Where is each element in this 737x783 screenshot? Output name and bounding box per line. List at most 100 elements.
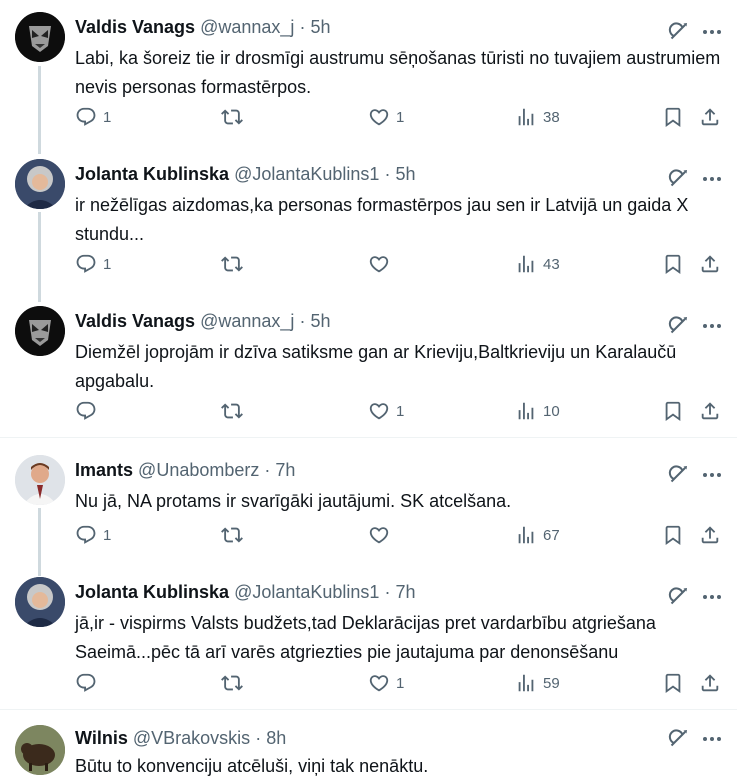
avatar[interactable]	[15, 306, 65, 356]
reply-icon	[75, 253, 97, 275]
reply-button[interactable]: 1	[75, 252, 111, 276]
tweet-text: ir nežēlīgas aizdomas,ka personas formas…	[75, 195, 689, 244]
reply-button[interactable]	[75, 399, 103, 423]
like-button[interactable]: 1	[368, 671, 404, 695]
tweet[interactable]: Imants @Unabomberz · 7h Nu jā, NA protam…	[0, 453, 737, 569]
tweet-text: jā,ir - vispirms Valsts budžets,tad Dekl…	[75, 613, 656, 662]
heart-icon	[368, 106, 390, 128]
views-button[interactable]: 59	[515, 671, 560, 695]
timestamp[interactable]: 5h	[395, 164, 415, 184]
avatar[interactable]	[15, 577, 65, 627]
tweet-text: Labi, ka šoreiz tie ir drosmīgi austrumu…	[75, 48, 721, 97]
bookmark-button[interactable]	[662, 105, 684, 129]
views-icon	[515, 672, 537, 694]
bookmark-icon	[662, 106, 684, 128]
bookmark-icon	[662, 524, 684, 546]
share-button[interactable]	[699, 252, 721, 276]
tweet[interactable]: Wilnis @VBrakovskis · 8h Būtu to konvenc…	[0, 725, 737, 783]
avatar[interactable]	[15, 455, 65, 505]
like-button[interactable]: 1	[368, 105, 404, 129]
tweet[interactable]: Valdis Vanags @wannax_j · 5h Labi, ka šo…	[0, 10, 737, 150]
views-button[interactable]: 67	[515, 523, 560, 547]
more-icon[interactable]	[700, 167, 724, 191]
bookmark-button[interactable]	[662, 252, 684, 276]
view-count: 10	[543, 402, 560, 420]
reply-icon	[75, 524, 97, 546]
retweet-icon	[221, 400, 243, 422]
grok-icon[interactable]	[666, 727, 690, 751]
more-icon[interactable]	[700, 463, 724, 487]
views-button[interactable]: 43	[515, 252, 560, 276]
views-button[interactable]: 38	[515, 105, 560, 129]
more-icon[interactable]	[700, 585, 724, 609]
tweet-text: Nu jā, NA protams ir svarīgāki jautājumi…	[75, 491, 512, 511]
user-handle[interactable]: @Unabomberz	[138, 460, 259, 480]
grok-icon[interactable]	[666, 20, 690, 44]
tweet-header: Jolanta Kublinska @JolantaKublins1 · 5h	[75, 161, 416, 187]
views-icon	[515, 106, 537, 128]
reply-button[interactable]: 1	[75, 523, 111, 547]
tweet[interactable]: Valdis Vanags @wannax_j · 5h Diemžēl jop…	[0, 304, 737, 436]
tweet-header: Imants @Unabomberz · 7h	[75, 457, 295, 483]
user-handle[interactable]: @JolantaKublins1	[234, 582, 379, 602]
display-name[interactable]: Imants	[75, 460, 133, 480]
action-bar: 1 67	[75, 523, 725, 547]
views-button[interactable]: 10	[515, 399, 560, 423]
bookmark-icon	[662, 400, 684, 422]
display-name[interactable]: Wilnis	[75, 728, 128, 748]
bookmark-button[interactable]	[662, 671, 684, 695]
user-handle[interactable]: @wannax_j	[200, 311, 294, 331]
display-name[interactable]: Jolanta Kublinska	[75, 582, 229, 602]
more-icon[interactable]	[700, 20, 724, 44]
retweet-button[interactable]	[221, 105, 249, 129]
display-name[interactable]: Valdis Vanags	[75, 311, 195, 331]
reply-button[interactable]: 1	[75, 105, 111, 129]
retweet-icon	[221, 253, 243, 275]
tweet-text: Būtu to konvenciju atcēluši, viņi tak ne…	[75, 756, 429, 776]
avatar[interactable]	[15, 725, 65, 775]
timestamp[interactable]: 7h	[275, 460, 295, 480]
views-icon	[515, 524, 537, 546]
grok-icon[interactable]	[666, 167, 690, 191]
timestamp[interactable]: 7h	[395, 582, 415, 602]
display-name[interactable]: Jolanta Kublinska	[75, 164, 229, 184]
reply-count: 1	[103, 255, 112, 273]
share-button[interactable]	[699, 105, 721, 129]
timestamp[interactable]: 5h	[310, 311, 330, 331]
separator-dot: ·	[255, 728, 262, 748]
reply-button[interactable]	[75, 671, 103, 695]
more-icon[interactable]	[700, 727, 724, 751]
user-handle[interactable]: @JolantaKublins1	[234, 164, 379, 184]
tweet-header: Jolanta Kublinska @JolantaKublins1 · 7h	[75, 579, 416, 605]
retweet-button[interactable]	[221, 671, 249, 695]
retweet-button[interactable]	[221, 399, 249, 423]
like-button[interactable]	[368, 252, 396, 276]
like-count: 1	[396, 108, 405, 126]
timestamp[interactable]: 5h	[310, 17, 330, 37]
tweet[interactable]: Jolanta Kublinska @JolantaKublins1 · 7h …	[0, 575, 737, 709]
retweet-button[interactable]	[221, 252, 249, 276]
like-button[interactable]: 1	[368, 399, 404, 423]
more-icon[interactable]	[700, 314, 724, 338]
avatar[interactable]	[15, 159, 65, 209]
user-handle[interactable]: @VBrakovskis	[133, 728, 250, 748]
timestamp[interactable]: 8h	[266, 728, 286, 748]
grok-icon[interactable]	[666, 585, 690, 609]
action-bar: 1 10	[75, 399, 725, 423]
share-button[interactable]	[699, 399, 721, 423]
tweet-text: Diemžēl joprojām ir dzīva satiksme gan a…	[75, 342, 677, 391]
display-name[interactable]: Valdis Vanags	[75, 17, 195, 37]
avatar[interactable]	[15, 12, 65, 62]
separator-dot: ·	[299, 311, 306, 331]
bookmark-button[interactable]	[662, 399, 684, 423]
user-handle[interactable]: @wannax_j	[200, 17, 294, 37]
like-button[interactable]	[368, 523, 396, 547]
retweet-button[interactable]	[221, 523, 249, 547]
bookmark-button[interactable]	[662, 523, 684, 547]
views-icon	[515, 253, 537, 275]
share-button[interactable]	[699, 671, 721, 695]
share-button[interactable]	[699, 523, 721, 547]
grok-icon[interactable]	[666, 314, 690, 338]
grok-icon[interactable]	[666, 463, 690, 487]
tweet[interactable]: Jolanta Kublinska @JolantaKublins1 · 5h …	[0, 157, 737, 297]
